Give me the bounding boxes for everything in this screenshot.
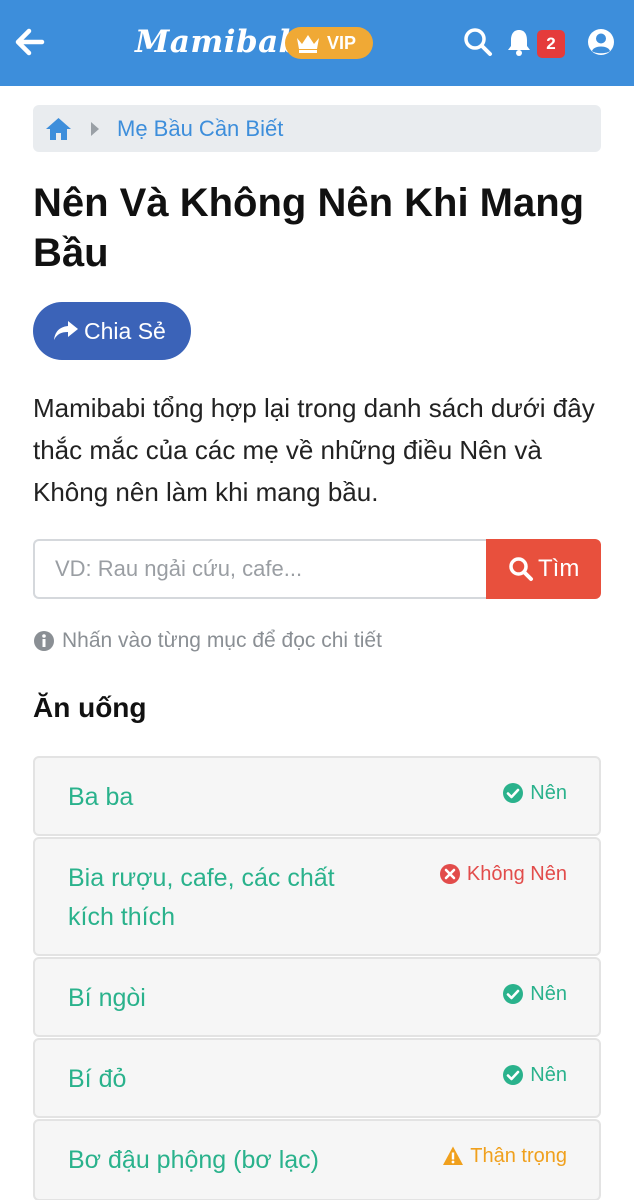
user-icon[interactable]: [585, 26, 617, 58]
item-name: Bí đỏ: [68, 1065, 127, 1093]
status-badge: Nên: [502, 981, 567, 1007]
status-label: Không Nên: [466, 863, 567, 885]
share-button[interactable]: Chia Sẻ: [33, 302, 191, 360]
info-icon: [34, 631, 54, 651]
list-item[interactable]: Bí ngòi Nên: [33, 957, 601, 1037]
page-title: Nên Và Không Nên Khi Mang Bầu: [33, 181, 585, 275]
check-circle-icon: [503, 1065, 524, 1085]
warning-icon: [443, 1146, 464, 1165]
back-arrow-icon[interactable]: [12, 25, 46, 59]
bell-icon[interactable]: [503, 26, 535, 58]
list-item[interactable]: Bơ đậu phộng (bơ lạc) Thận trọng: [33, 1119, 601, 1200]
status-label: Nên: [530, 1064, 567, 1086]
item-name: Bia rượu, cafe, các chất kích thích: [68, 864, 335, 931]
search-input[interactable]: [33, 539, 489, 599]
breadcrumb-item[interactable]: Mẹ Bầu Cần Biết: [117, 105, 283, 152]
vip-badge[interactable]: VIP: [285, 27, 373, 59]
check-circle-icon: [503, 783, 524, 803]
status-badge: Thận trọng: [442, 1143, 567, 1169]
item-name: Bơ đậu phộng (bơ lạc): [68, 1146, 319, 1174]
home-icon[interactable]: [45, 116, 72, 141]
x-circle-icon: [439, 864, 460, 884]
item-name: Bí ngòi: [68, 984, 146, 1012]
status-badge: Nên: [502, 780, 567, 806]
list-item[interactable]: Ba ba Nên: [33, 756, 601, 836]
chevron-right-icon: [91, 122, 99, 136]
vip-label: VIP: [327, 33, 357, 53]
share-icon: [54, 321, 78, 340]
check-circle-icon: [503, 984, 524, 1004]
share-label: Chia Sẻ: [84, 318, 166, 344]
status-badge: Không Nên: [439, 861, 567, 887]
search-icon: [509, 557, 533, 581]
top-app-bar: Mamibabi VIP 2: [0, 0, 634, 86]
list-item[interactable]: Bí đỏ Nên: [33, 1038, 601, 1118]
item-name: Ba ba: [68, 783, 134, 811]
hint-label: Nhấn vào từng mục để đọc chi tiết: [62, 629, 382, 652]
list-item[interactable]: Bia rượu, cafe, các chất kích thích Khôn…: [33, 837, 601, 956]
search-form: Tìm: [33, 539, 601, 599]
search-button[interactable]: Tìm: [486, 539, 601, 599]
search-button-label: Tìm: [538, 555, 580, 582]
breadcrumb: Mẹ Bầu Cần Biết: [33, 105, 601, 152]
intro-text: Mamibabi tổng hợp lại trong danh sách dư…: [33, 393, 595, 507]
hint-text: Nhấn vào từng mục để đọc chi tiết: [33, 626, 382, 656]
status-label: Nên: [530, 983, 567, 1005]
search-icon[interactable]: [462, 26, 494, 58]
status-badge: Nên: [502, 1062, 567, 1088]
section-title: Ăn uống: [33, 692, 147, 723]
crown-icon: [297, 35, 319, 53]
status-label: Thận trọng: [470, 1145, 567, 1167]
notification-count-badge[interactable]: 2: [537, 30, 565, 58]
status-label: Nên: [530, 782, 567, 804]
